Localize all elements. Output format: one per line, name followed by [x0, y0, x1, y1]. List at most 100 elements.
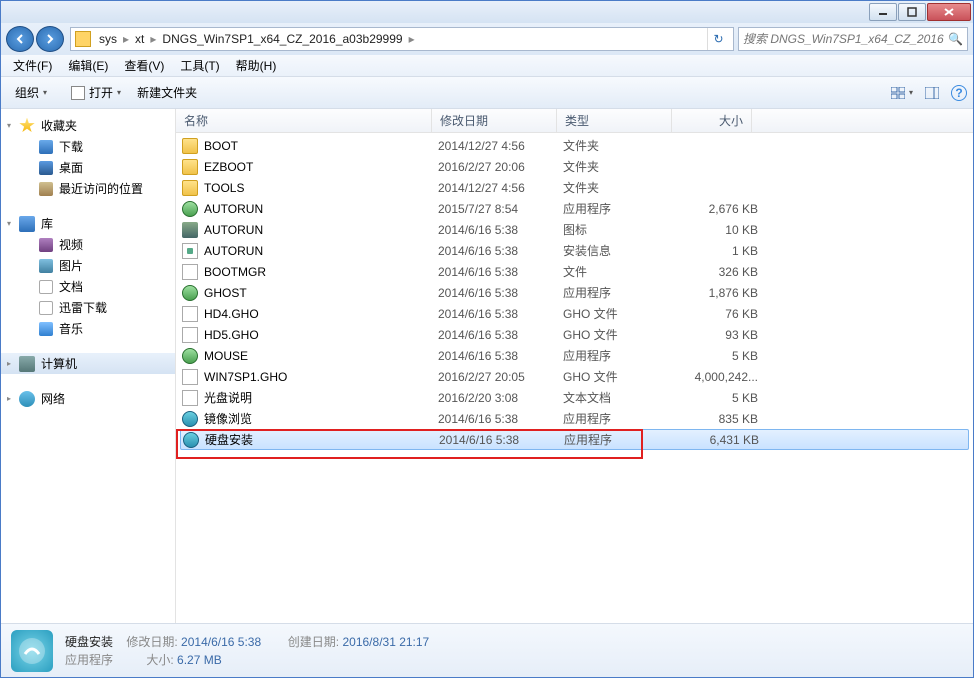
file-date: 2014/6/16 5:38: [438, 265, 563, 279]
music-icon: [39, 322, 53, 336]
close-button[interactable]: [927, 3, 971, 21]
search-box[interactable]: 🔍: [738, 27, 968, 51]
minimize-button[interactable]: [869, 3, 897, 21]
file-name: MOUSE: [204, 349, 438, 363]
picture-icon: [39, 259, 53, 273]
nav-xunlei[interactable]: 迅雷下载: [1, 297, 175, 318]
chevron-right-icon: ▸: [7, 394, 11, 403]
menu-help[interactable]: 帮助(H): [228, 55, 285, 76]
file-row[interactable]: 光盘说明2016/2/20 3:08文本文档5 KB: [176, 387, 973, 408]
col-date[interactable]: 修改日期: [432, 109, 557, 132]
organize-button[interactable]: 组织: [7, 81, 55, 104]
detail-mod-label: 修改日期:: [126, 635, 177, 649]
file-size: 10 KB: [678, 223, 758, 237]
file-row[interactable]: 硬盘安装2014/6/16 5:38应用程序6,431 KB: [180, 429, 969, 450]
file-row[interactable]: GHOST2014/6/16 5:38应用程序1,876 KB: [176, 282, 973, 303]
nav-desktop[interactable]: 桌面: [1, 157, 175, 178]
menu-view[interactable]: 查看(V): [116, 55, 172, 76]
nav-favorites[interactable]: ▾收藏夹: [1, 115, 175, 136]
breadcrumb[interactable]: sys ▸ xt ▸ DNGS_Win7SP1_x64_CZ_2016_a03b…: [70, 27, 734, 51]
nav-network[interactable]: ▸网络: [1, 388, 175, 409]
file-size: 1,876 KB: [678, 286, 758, 300]
detail-mod-value: 2014/6/16 5:38: [181, 635, 261, 649]
nav-label: 视频: [59, 236, 83, 253]
file-type: GHO 文件: [563, 326, 678, 343]
file-row[interactable]: AUTORUN2015/7/27 8:54应用程序2,676 KB: [176, 198, 973, 219]
new-folder-button[interactable]: 新建文件夹: [129, 81, 205, 104]
open-label: 打开: [89, 84, 113, 101]
col-type[interactable]: 类型: [557, 109, 672, 132]
file-icon: [182, 369, 198, 385]
back-button[interactable]: [6, 26, 34, 52]
file-icon: [182, 390, 198, 406]
file-row[interactable]: HD4.GHO2014/6/16 5:38GHO 文件76 KB: [176, 303, 973, 324]
col-name[interactable]: 名称: [176, 109, 432, 132]
nav-recent[interactable]: 最近访问的位置: [1, 178, 175, 199]
file-size: 326 KB: [678, 265, 758, 279]
file-name: EZBOOT: [204, 160, 438, 174]
file-date: 2014/6/16 5:38: [438, 349, 563, 363]
file-name: TOOLS: [204, 181, 438, 195]
detail-size-label: 大小:: [146, 653, 173, 667]
file-type: 文件夹: [563, 179, 678, 196]
file-icon: [182, 222, 198, 238]
file-date: 2014/6/16 5:38: [438, 307, 563, 321]
help-button[interactable]: ?: [951, 85, 967, 101]
file-row[interactable]: AUTORUN2014/6/16 5:38安装信息1 KB: [176, 240, 973, 261]
file-name: 硬盘安装: [205, 431, 439, 448]
nav-documents[interactable]: 文档: [1, 276, 175, 297]
file-name: GHOST: [204, 286, 438, 300]
file-row[interactable]: BOOTMGR2014/6/16 5:38文件326 KB: [176, 261, 973, 282]
col-size[interactable]: 大小: [672, 109, 752, 132]
search-icon[interactable]: 🔍: [944, 32, 963, 46]
crumb-xt[interactable]: xt: [131, 32, 148, 46]
file-row[interactable]: BOOT2014/12/27 4:56文件夹: [176, 135, 973, 156]
file-date: 2014/6/16 5:38: [438, 328, 563, 342]
maximize-button[interactable]: [898, 3, 926, 21]
search-input[interactable]: [743, 32, 944, 46]
file-row[interactable]: HD5.GHO2014/6/16 5:38GHO 文件93 KB: [176, 324, 973, 345]
file-date: 2014/6/16 5:38: [438, 412, 563, 426]
file-name: AUTORUN: [204, 244, 438, 258]
nav-videos[interactable]: 视频: [1, 234, 175, 255]
chevron-down-icon: ▾: [7, 219, 11, 228]
menu-edit[interactable]: 编辑(E): [60, 55, 116, 76]
network-icon: [19, 391, 35, 407]
file-icon: [182, 306, 198, 322]
nav-pictures[interactable]: 图片: [1, 255, 175, 276]
video-icon: [39, 238, 53, 252]
file-row[interactable]: EZBOOT2016/2/27 20:06文件夹: [176, 156, 973, 177]
chevron-right-icon: ▸: [121, 32, 131, 46]
file-date: 2014/6/16 5:38: [438, 286, 563, 300]
recent-icon: [39, 182, 53, 196]
open-button[interactable]: 打开: [63, 81, 129, 104]
file-icon: [182, 327, 198, 343]
file-row[interactable]: AUTORUN2014/6/16 5:38图标10 KB: [176, 219, 973, 240]
file-row[interactable]: TOOLS2014/12/27 4:56文件夹: [176, 177, 973, 198]
file-size: 835 KB: [678, 412, 758, 426]
nav-music[interactable]: 音乐: [1, 318, 175, 339]
file-name: WIN7SP1.GHO: [204, 370, 438, 384]
file-row[interactable]: WIN7SP1.GHO2016/2/27 20:05GHO 文件4,000,24…: [176, 366, 973, 387]
refresh-button[interactable]: ↻: [707, 28, 729, 50]
file-date: 2014/6/16 5:38: [439, 433, 564, 447]
nav-label: 文档: [59, 278, 83, 295]
nav-computer[interactable]: ▸计算机: [1, 353, 175, 374]
file-name: 镜像浏览: [204, 410, 438, 427]
crumb-current[interactable]: DNGS_Win7SP1_x64_CZ_2016_a03b29999: [158, 32, 406, 46]
crumb-sys[interactable]: sys: [95, 32, 121, 46]
nav-library[interactable]: ▾库: [1, 213, 175, 234]
preview-pane-button[interactable]: [921, 84, 943, 102]
view-options-button[interactable]: [891, 84, 913, 102]
file-size: 6,431 KB: [679, 433, 759, 447]
forward-button[interactable]: [36, 26, 64, 52]
menu-bar: 文件(F) 编辑(E) 查看(V) 工具(T) 帮助(H): [1, 55, 973, 77]
nav-downloads[interactable]: 下载: [1, 136, 175, 157]
file-row[interactable]: 镜像浏览2014/6/16 5:38应用程序835 KB: [176, 408, 973, 429]
details-pane: 硬盘安装 修改日期: 2014/6/16 5:38 创建日期: 2016/8/3…: [1, 623, 973, 677]
folder-icon: [75, 31, 91, 47]
menu-tools[interactable]: 工具(T): [172, 55, 227, 76]
file-row[interactable]: MOUSE2014/6/16 5:38应用程序5 KB: [176, 345, 973, 366]
menu-file[interactable]: 文件(F): [5, 55, 60, 76]
file-icon: [182, 348, 198, 364]
